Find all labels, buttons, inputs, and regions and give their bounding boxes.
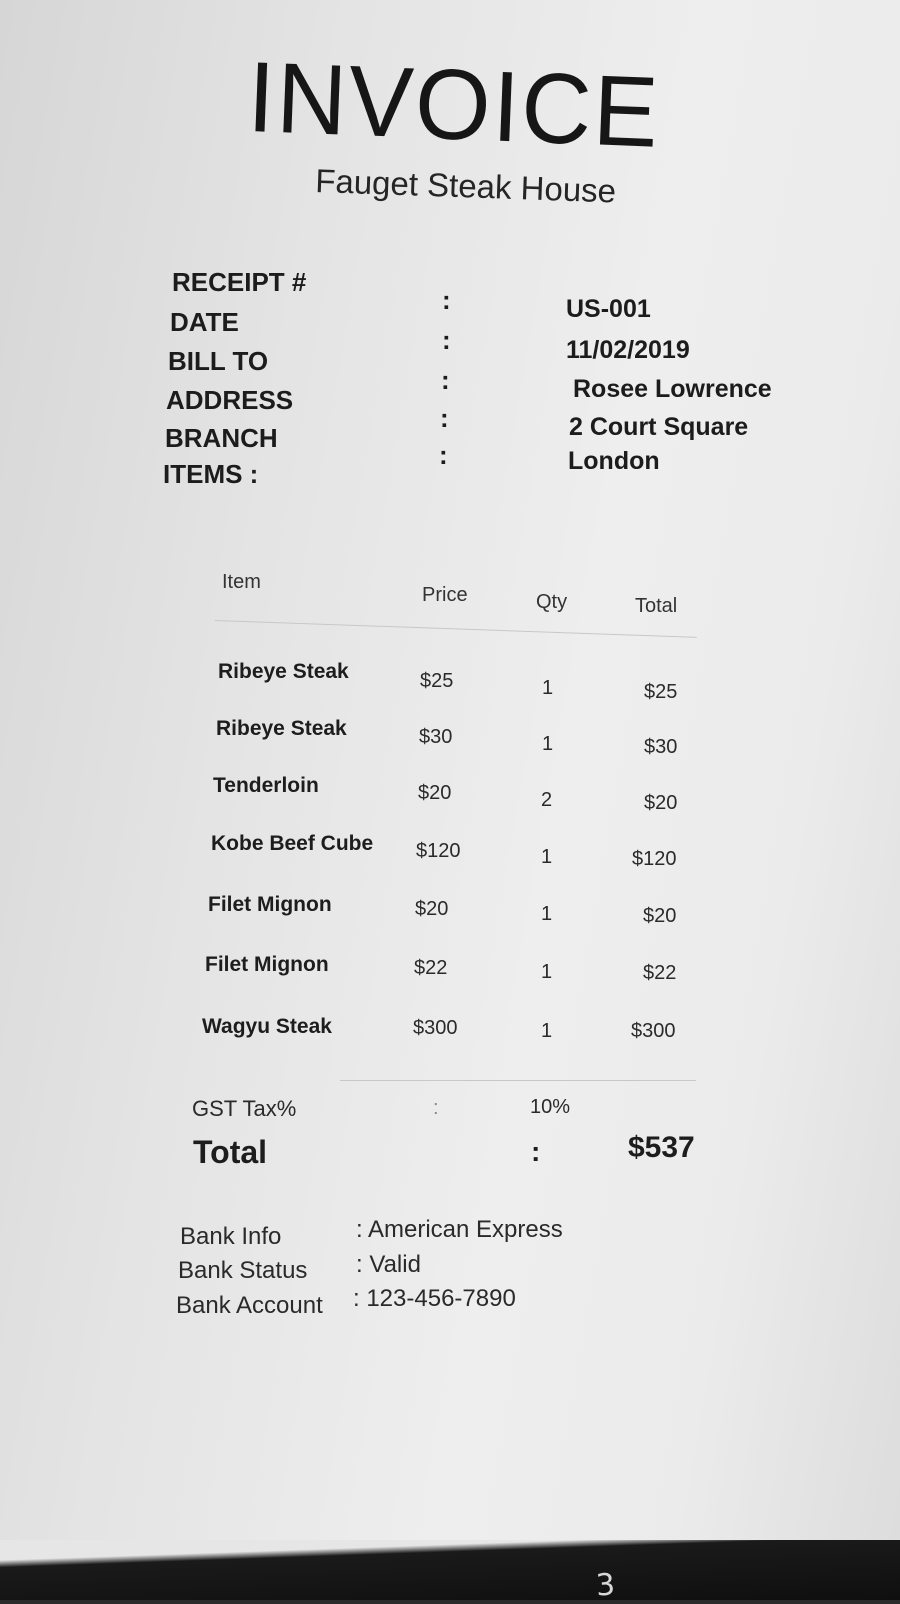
item-price: $300	[413, 1017, 458, 1039]
total-colon: :	[531, 1136, 541, 1167]
item-name: Filet Mignon	[205, 953, 329, 976]
item-name: Kobe Beef Cube	[211, 832, 374, 855]
item-name: Tenderloin	[213, 774, 319, 797]
item-qty: 1	[542, 677, 554, 699]
item-price: $22	[414, 957, 448, 979]
address-label: ADDRESS	[166, 385, 294, 415]
branch-label: BRANCH	[165, 423, 278, 453]
item-name: Wagyu Steak	[202, 1015, 332, 1038]
bank-status-label: Bank Status	[178, 1257, 308, 1284]
meta-colon: :	[442, 325, 451, 355]
bank-info-value: : American Express	[356, 1216, 563, 1243]
total-label: Total	[193, 1134, 268, 1170]
receipt-label: RECEIPT #	[172, 267, 307, 297]
item-price: $30	[419, 726, 453, 748]
column-header-price: Price	[422, 584, 468, 606]
item-total: $120	[632, 848, 677, 870]
item-total: $20	[643, 905, 677, 927]
tax-value: 10%	[530, 1096, 571, 1118]
page-number: 3	[594, 1567, 617, 1604]
item-qty: 1	[542, 733, 554, 755]
bank-account-value: : 123-456-7890	[353, 1285, 516, 1312]
item-qty: 1	[541, 1020, 553, 1042]
column-header-qty: Qty	[536, 591, 568, 613]
item-total: $22	[643, 962, 677, 984]
invoice-title: INVOICE	[245, 40, 663, 169]
bank-info-label: Bank Info	[180, 1223, 282, 1250]
item-price: $25	[420, 670, 454, 692]
total-value: $537	[628, 1131, 695, 1164]
bank-account-label: Bank Account	[176, 1292, 323, 1319]
item-qty: 1	[541, 961, 553, 983]
item-total: $300	[631, 1020, 676, 1042]
summary-divider	[340, 1080, 696, 1081]
page-edge-shadow	[0, 1540, 900, 1600]
invoice-paper: INVOICE Fauget Steak House RECEIPT # DAT…	[0, 0, 900, 1600]
item-name: Ribeye Steak	[218, 660, 349, 683]
meta-colon: :	[440, 403, 449, 433]
column-header-total: Total	[635, 595, 678, 617]
item-total: $25	[644, 681, 678, 703]
tax-colon: :	[433, 1097, 439, 1119]
meta-colon: :	[439, 440, 448, 470]
item-price: $20	[415, 898, 449, 920]
bill-to-label: BILL TO	[168, 346, 269, 376]
date-label: DATE	[170, 307, 239, 337]
branch-value: London	[568, 447, 660, 475]
date-value: 11/02/2019	[566, 336, 690, 364]
item-price: $120	[416, 840, 461, 862]
items-label: ITEMS :	[163, 459, 259, 489]
item-qty: 2	[541, 789, 553, 811]
address-value: 2 Court Square	[569, 413, 749, 441]
bill-to-value: Rosee Lowrence	[573, 375, 772, 403]
item-name: Filet Mignon	[208, 893, 332, 916]
meta-colon: :	[441, 365, 450, 395]
item-total: $20	[644, 792, 678, 814]
item-qty: 1	[541, 846, 553, 868]
header-divider	[214, 620, 697, 638]
meta-colon: :	[442, 285, 451, 315]
item-total: $30	[644, 736, 678, 758]
tax-label: GST Tax%	[192, 1096, 297, 1121]
item-price: $20	[418, 782, 452, 804]
receipt-value: US-001	[566, 295, 651, 323]
restaurant-name: Fauget Steak House	[314, 162, 617, 210]
item-name: Ribeye Steak	[216, 717, 347, 740]
bank-status-value: : Valid	[356, 1251, 421, 1278]
item-qty: 1	[541, 903, 553, 925]
column-header-item: Item	[222, 571, 261, 593]
